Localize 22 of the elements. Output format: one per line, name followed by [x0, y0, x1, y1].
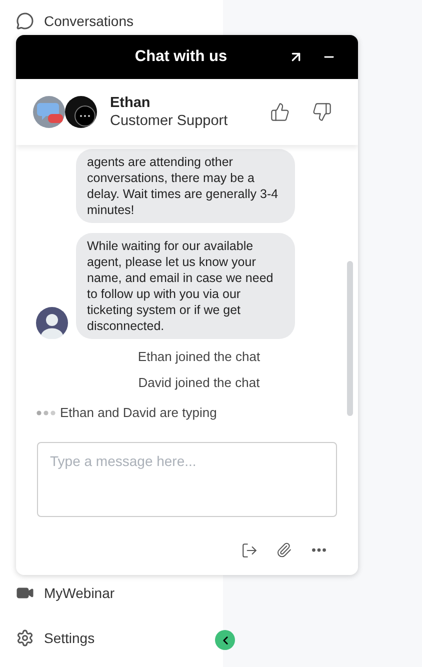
message-bubble: While waiting for our available agent, please let us know your name, and email in case we need to follow up with you via our ticketing system or if we get disconnected. — [76, 233, 295, 339]
avatar-icon — [36, 307, 68, 339]
thumbs-down-icon[interactable] — [312, 102, 332, 122]
agent-avatars-icon — [32, 95, 98, 129]
system-message: Ethan joined the chat — [138, 349, 260, 365]
sidebar-item[interactable]: MyWebinar — [44, 582, 115, 604]
agent-role: Customer Support — [110, 112, 229, 130]
system-message: David joined the chat — [138, 375, 260, 391]
chat-title: Chat with us — [134, 47, 228, 68]
paperclip-icon[interactable] — [276, 542, 292, 558]
typing-indicator: Ethan and David are typing — [60, 405, 217, 421]
speech-bubble-icon — [16, 12, 34, 30]
typing-dots-icon — [36, 410, 56, 416]
exit-icon[interactable] — [241, 542, 258, 558]
sidebar-item[interactable]: Settings — [44, 628, 95, 648]
agent-name: Ethan — [110, 94, 152, 112]
message-input[interactable]: Type a message here... — [37, 442, 337, 517]
settings-icon — [16, 629, 34, 647]
thumbs-up-icon[interactable] — [270, 102, 290, 122]
message-bubble: agents are attending other conversations, there may be a delay. Wait times are generally 3-4 minutes! — [76, 149, 295, 223]
sidebar-item[interactable]: Conversations — [44, 10, 134, 32]
collapse-button[interactable] — [215, 630, 235, 650]
